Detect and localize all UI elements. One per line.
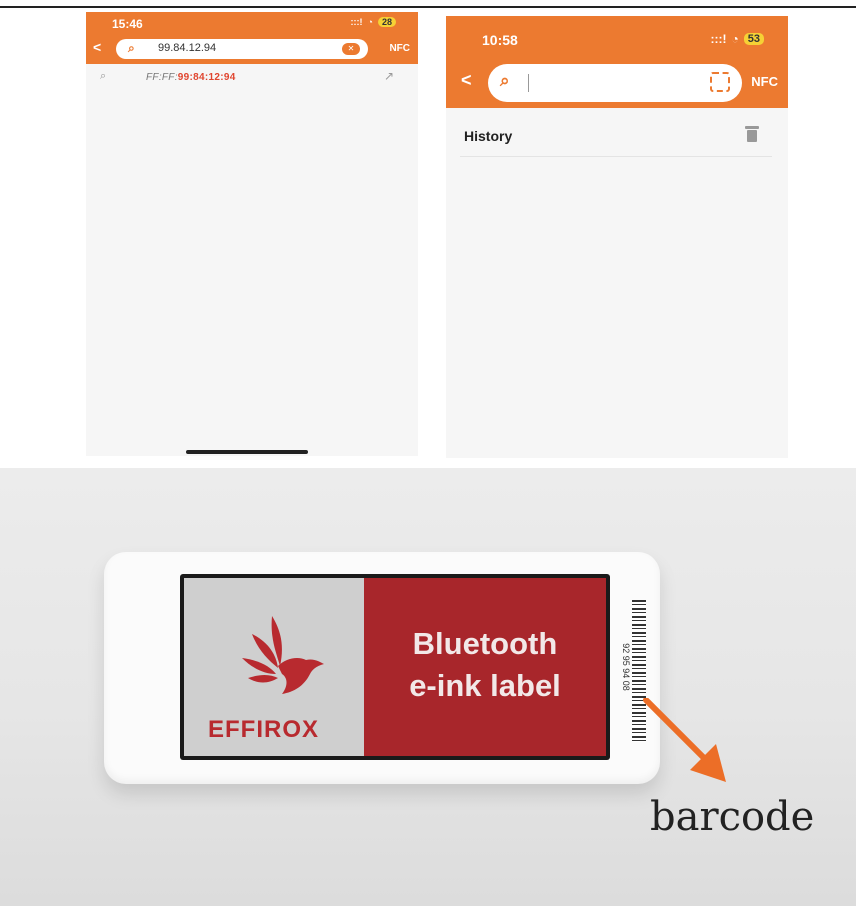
barcode-number: 92 95 94 08 xyxy=(621,643,631,691)
status-time: 10:58 xyxy=(482,32,518,48)
status-indicators: :::! ◔ 53 xyxy=(711,32,764,46)
result-highlight: 99:84:12:94 xyxy=(177,72,236,83)
divider xyxy=(460,156,772,157)
signal-icon: :::! xyxy=(710,32,727,46)
barcode-caption: barcode xyxy=(650,794,815,840)
result-text: FF:FF:99:84:12:94 xyxy=(146,72,236,83)
signal-icon: :::! xyxy=(350,17,363,27)
result-prefix: FF:FF: xyxy=(146,72,178,83)
top-border-line xyxy=(0,6,856,8)
arrow-up-right-icon[interactable]: ↗ xyxy=(384,69,394,83)
e-ink-label-device: EFFIROX Bluetooth e-ink label 92 95 94 0… xyxy=(104,552,660,784)
trash-lid xyxy=(745,126,759,129)
e-ink-screen: EFFIROX Bluetooth e-ink label xyxy=(180,574,610,760)
nfc-button[interactable]: NFC xyxy=(389,43,410,54)
back-button[interactable]: < xyxy=(461,70,472,91)
search-icon: ⌕ xyxy=(128,41,135,55)
home-indicator xyxy=(186,450,308,454)
bird-logo-icon xyxy=(242,616,324,694)
logo-panel: EFFIROX xyxy=(184,578,364,756)
search-input[interactable]: ⌕ xyxy=(488,64,742,102)
scan-icon[interactable] xyxy=(710,72,730,92)
search-input[interactable]: ⌕ 99.84.12.94 ✕ xyxy=(116,39,368,59)
phone-screenshot-search-result: 15:46 :::! ◔ 28 < ⌕ 99.84.12.94 ✕ NFC ⌕ … xyxy=(86,12,418,456)
red-label-panel: Bluetooth e-ink label xyxy=(364,578,606,756)
trash-can xyxy=(747,130,757,142)
clear-icon[interactable]: ✕ xyxy=(342,43,360,55)
search-result-item[interactable]: ⌕ FF:FF:99:84:12:94 ↗ xyxy=(86,69,418,92)
trash-icon[interactable] xyxy=(745,126,759,142)
search-value[interactable]: 99.84.12.94 xyxy=(158,42,216,54)
label-line-2: e-ink label xyxy=(409,668,561,703)
search-icon: ⌕ xyxy=(100,70,107,82)
label-line-1: Bluetooth xyxy=(412,626,558,661)
back-button[interactable]: < xyxy=(93,39,101,55)
search-icon: ⌕ xyxy=(500,71,510,90)
battery-indicator: 53 xyxy=(743,33,764,45)
wifi-icon: ◔ xyxy=(367,17,373,27)
brand-name: EFFIROX xyxy=(208,716,320,743)
history-heading: History xyxy=(464,128,513,144)
text-caret xyxy=(528,74,529,92)
status-indicators: :::! ◔ 28 xyxy=(351,17,396,27)
barcode-sticker: 92 95 94 08 xyxy=(618,600,646,742)
app-header: 15:46 :::! ◔ 28 < ⌕ 99.84.12.94 ✕ NFC xyxy=(86,12,418,64)
wifi-icon: ◔ xyxy=(731,32,739,46)
battery-indicator: 28 xyxy=(377,17,396,27)
phone-screenshot-search-history: 10:58 :::! ◔ 53 < ⌕ NFC History xyxy=(446,16,788,458)
app-header: 10:58 :::! ◔ 53 < ⌕ NFC xyxy=(446,16,788,108)
arrow-down-right-icon xyxy=(643,698,726,782)
product-photo: EFFIROX Bluetooth e-ink label 92 95 94 0… xyxy=(0,468,856,906)
nfc-button[interactable]: NFC xyxy=(751,74,778,89)
status-time: 15:46 xyxy=(112,17,143,31)
